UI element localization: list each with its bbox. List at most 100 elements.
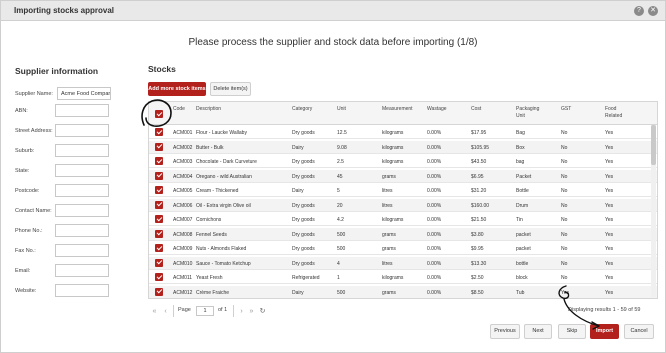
delete-items-button[interactable]: Delete item(s) (210, 82, 251, 96)
first-page-icon[interactable]: « (150, 307, 159, 316)
row-checkbox[interactable] (155, 244, 163, 252)
table-cell: $21.50 (471, 217, 487, 223)
table-cell: ACM006 (173, 202, 193, 209)
table-row[interactable]: ACM010 Sauce - Tomato Ketchup Dry goods 4 li… (149, 256, 657, 270)
row-checkbox[interactable] (155, 287, 163, 296)
supplier-field-input[interactable] (55, 184, 109, 197)
table-cell: $43.50 (471, 159, 487, 165)
table-cell: Dairy (292, 289, 304, 296)
supplier-field-input[interactable]: Acme Food Company (57, 87, 111, 100)
row-checkbox[interactable] (155, 229, 163, 238)
table-cell: bottle (516, 260, 529, 267)
table-row[interactable]: ACM002 Butter - Bulk Dairy 9.08 kilograms 0.0… (149, 140, 657, 154)
table-cell: Packet (516, 173, 532, 180)
table-cell: ACM010 (173, 260, 193, 267)
table-cell: Bottle (516, 188, 529, 194)
table-cell: 500 (337, 246, 346, 252)
row-checkbox[interactable] (155, 273, 163, 281)
table-row[interactable]: ACM007 Cornichons Dry goods 4.2 kilograms 0.0… (149, 213, 657, 226)
row-checkbox[interactable] (155, 186, 163, 194)
table-cell: 0.00% (427, 173, 442, 180)
supplier-field-input[interactable] (55, 264, 109, 277)
scrollbar-thumb[interactable] (651, 125, 656, 165)
field-label: State: (15, 168, 30, 174)
prev-page-icon[interactable]: ‹ (161, 307, 170, 316)
close-icon[interactable]: ✕ (648, 6, 658, 16)
next-button[interactable]: Next (524, 324, 552, 339)
table-row[interactable]: ACM001 Flour - Laucke Wallaby Dry goods 12.… (149, 126, 657, 139)
table-cell: $105.95 (471, 144, 490, 151)
table-cell: 500 (337, 231, 346, 238)
table-cell: grams (382, 289, 396, 296)
supplier-field-input[interactable] (55, 284, 109, 297)
column-header[interactable]: Packaging Unit (516, 106, 546, 120)
add-stock-items-button[interactable]: Add more stock items (148, 82, 206, 96)
column-header[interactable]: Food Related (605, 106, 635, 120)
table-cell: No (561, 260, 568, 267)
row-checkbox[interactable] (155, 171, 163, 180)
table-row[interactable]: ACM009 Nuts - Almonds Flaked Dry goods 500 g… (149, 242, 657, 255)
table-cell: Yes (605, 260, 614, 267)
supplier-field-input[interactable] (55, 144, 109, 157)
supplier-field-input[interactable] (55, 164, 109, 177)
previous-button[interactable]: Previous (490, 324, 520, 339)
table-cell: 0.00% (427, 217, 442, 223)
table-cell: $3.80 (471, 231, 484, 238)
table-row[interactable]: ACM004 Oregano - wild Australian Dry goods… (149, 169, 657, 183)
supplier-field-input[interactable] (55, 104, 109, 117)
column-header[interactable]: GST (561, 106, 611, 113)
column-header[interactable]: Cost (471, 106, 521, 113)
next-page-icon[interactable]: › (237, 307, 246, 316)
help-icon[interactable]: ? (634, 6, 644, 16)
table-cell: packet (516, 231, 531, 238)
field-label: Suburb: (15, 148, 35, 154)
table-row[interactable]: ACM006 Oil - Extra virgin Olive oil Dry go… (149, 198, 657, 212)
table-cell: Oregano - wild Australian (196, 173, 252, 180)
table-cell: No (561, 202, 568, 209)
column-header[interactable]: Measurement (382, 106, 432, 113)
table-cell: 0.00% (427, 231, 442, 238)
table-cell: No (561, 231, 568, 238)
row-checkbox[interactable] (155, 258, 163, 267)
pager-divider (233, 305, 234, 317)
table-cell: Sauce - Tomato Ketchup (196, 260, 251, 267)
table-row[interactable]: ACM008 Fennel Seeds Dry goods 500 grams 0.00%… (149, 227, 657, 241)
table-cell: Yes (605, 217, 614, 223)
column-header[interactable]: Category (292, 106, 342, 113)
row-checkbox[interactable] (155, 200, 163, 209)
table-cell: Yes (605, 159, 614, 165)
last-page-icon[interactable]: » (247, 307, 256, 316)
table-cell: bag (516, 159, 525, 165)
column-header[interactable]: Unit (337, 106, 387, 113)
supplier-field-input[interactable] (55, 224, 109, 237)
row-checkbox[interactable] (155, 215, 163, 223)
row-checkbox[interactable] (155, 142, 163, 151)
column-header[interactable]: Wastage (427, 106, 477, 113)
table-cell: Butter - Bulk (196, 144, 224, 151)
supplier-field-input[interactable] (55, 244, 109, 257)
table-cell: 0.00% (427, 275, 442, 281)
refresh-icon[interactable]: ↻ (258, 307, 267, 316)
table-cell: 4.2 (337, 217, 344, 223)
table-cell: Yes (605, 188, 614, 194)
table-row[interactable]: ACM003 Chocolate - Dark Curveture Dry good… (149, 155, 657, 168)
table-cell: Box (516, 144, 525, 151)
table-row[interactable]: ACM005 Cream - Thickened Dairy 5 litres 0.00%… (149, 184, 657, 197)
supplier-field-input[interactable] (55, 124, 109, 137)
field-label: Fax No.: (15, 248, 36, 254)
table-cell: 0.00% (427, 260, 442, 267)
table-cell: Dry goods (292, 159, 315, 165)
row-checkbox[interactable] (155, 157, 163, 165)
table-cell: 20 (337, 202, 343, 209)
table-cell: 0.00% (427, 144, 442, 151)
table-cell: ACM012 (173, 289, 193, 296)
field-label: Website: (15, 288, 37, 294)
table-cell: ACM008 (173, 231, 193, 238)
supplier-field-input[interactable] (55, 204, 109, 217)
column-header[interactable]: Description (196, 106, 246, 113)
cancel-button[interactable]: Cancel (624, 324, 654, 339)
grid-scrollbar[interactable] (651, 125, 656, 297)
table-cell: 12.5 (337, 130, 347, 136)
page-input[interactable]: 1 (196, 306, 214, 316)
table-cell: Nuts - Almonds Flaked (196, 246, 247, 252)
